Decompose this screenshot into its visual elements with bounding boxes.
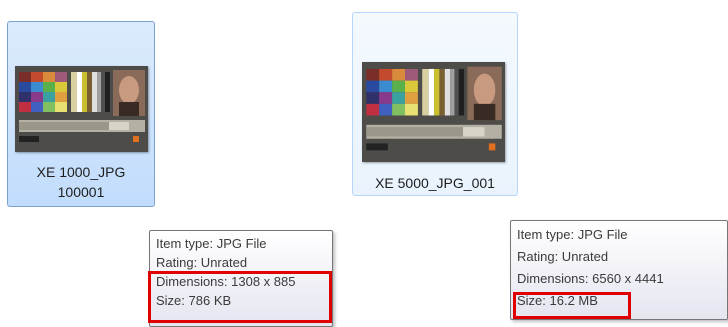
tooltip-rating: Rating: Unrated <box>156 255 248 270</box>
image-thumbnail <box>362 62 505 162</box>
file-name-line1: XE 5000_JPG_001 <box>375 175 495 191</box>
tooltip-item-type: Item type: JPG File <box>517 227 628 242</box>
highlight-box <box>148 271 332 323</box>
image-thumbnail <box>15 66 148 152</box>
file-name-line2: 100001 <box>57 184 105 200</box>
file-item-xe5000[interactable]: XE 5000_JPG_001 <box>352 12 518 196</box>
file-info-tooltip: Item type: JPG File Rating: Unrated Dime… <box>148 230 333 327</box>
file-info-tooltip: Item type: JPG File Rating: Unrated Dime… <box>510 220 728 320</box>
file-item-xe1000[interactable]: XE 1000_JPG 100001 <box>7 21 155 207</box>
file-name: XE 1000_JPG 100001 <box>8 162 154 202</box>
file-name: XE 5000_JPG_001 <box>353 173 517 193</box>
tooltip-dimensions: Dimensions: 6560 x 4441 <box>517 271 664 286</box>
highlight-box <box>513 292 631 319</box>
file-name-line1: XE 1000_JPG <box>36 164 126 180</box>
tooltip-rating: Rating: Unrated <box>517 249 609 264</box>
tooltip-item-type: Item type: JPG File <box>156 236 267 251</box>
